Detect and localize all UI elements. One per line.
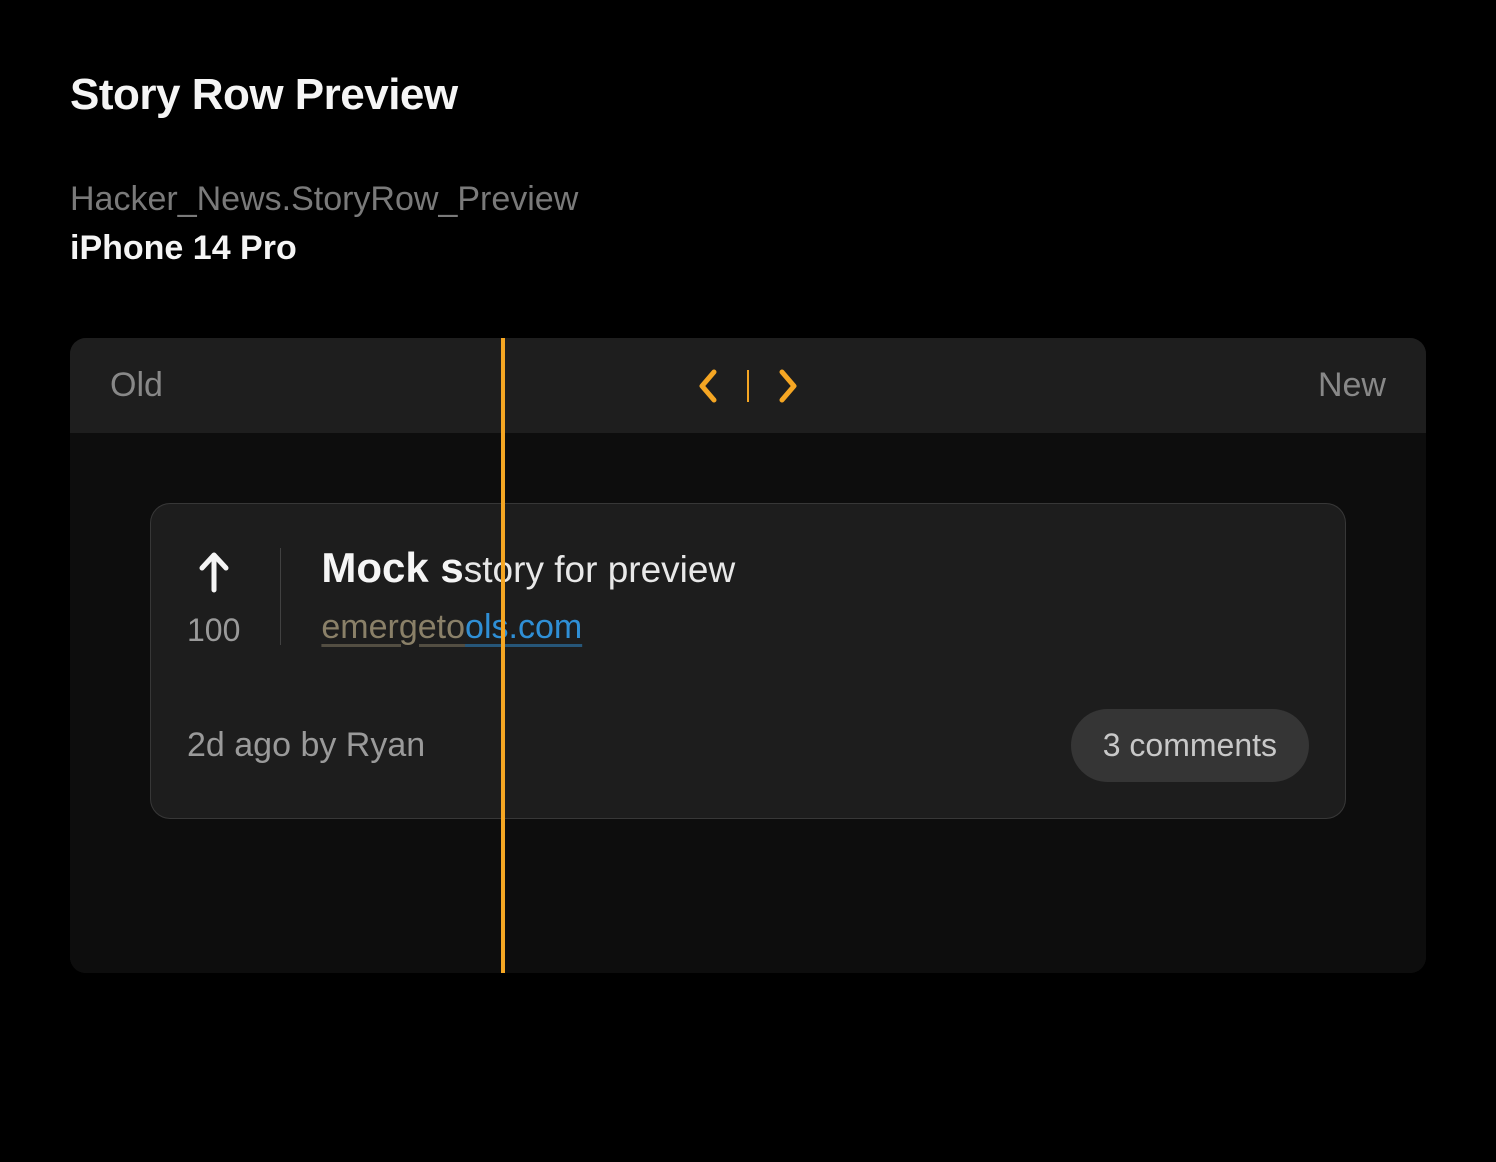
new-label: New — [1318, 366, 1386, 405]
compare-panel: Old New — [70, 338, 1426, 973]
old-label: Old — [110, 366, 163, 405]
vote-section[interactable]: 100 — [187, 544, 240, 649]
story-bottom-row: 2d ago by Ryan 3 comments — [187, 709, 1309, 782]
next-button[interactable] — [773, 364, 803, 408]
compare-header: Old New — [70, 338, 1426, 433]
chevron-left-icon — [697, 368, 719, 404]
story-byline: 2d ago by Ryan — [187, 726, 425, 765]
story-content: Mock sstory for preview emergetools.com — [321, 544, 1309, 647]
chevron-right-icon — [777, 368, 799, 404]
vertical-divider — [280, 548, 281, 645]
nav-arrows — [693, 364, 803, 408]
story-title[interactable]: Mock sstory for preview — [321, 544, 1309, 592]
link-old-segment: emergeto — [321, 608, 465, 646]
story-top-row: 100 Mock sstory for preview emergetools.… — [187, 544, 1309, 649]
link-new-segment: ols.com — [465, 608, 582, 646]
compare-body: 100 Mock sstory for preview emergetools.… — [70, 433, 1426, 973]
vote-count: 100 — [187, 612, 240, 649]
page-title: Story Row Preview — [70, 70, 1426, 120]
comments-pill[interactable]: 3 comments — [1071, 709, 1309, 782]
story-link[interactable]: emergetools.com — [321, 608, 1309, 647]
comparison-slider[interactable] — [501, 338, 505, 973]
upvote-arrow-icon — [194, 550, 234, 594]
app-container: Story Row Preview Hacker_News.StoryRow_P… — [10, 10, 1486, 1152]
prev-button[interactable] — [693, 364, 723, 408]
device-name: iPhone 14 Pro — [70, 229, 1426, 268]
title-old-segment: Mock s — [321, 544, 463, 592]
nav-divider — [747, 370, 749, 402]
preview-path: Hacker_News.StoryRow_Preview — [70, 180, 1426, 219]
story-card[interactable]: 100 Mock sstory for preview emergetools.… — [150, 503, 1346, 819]
